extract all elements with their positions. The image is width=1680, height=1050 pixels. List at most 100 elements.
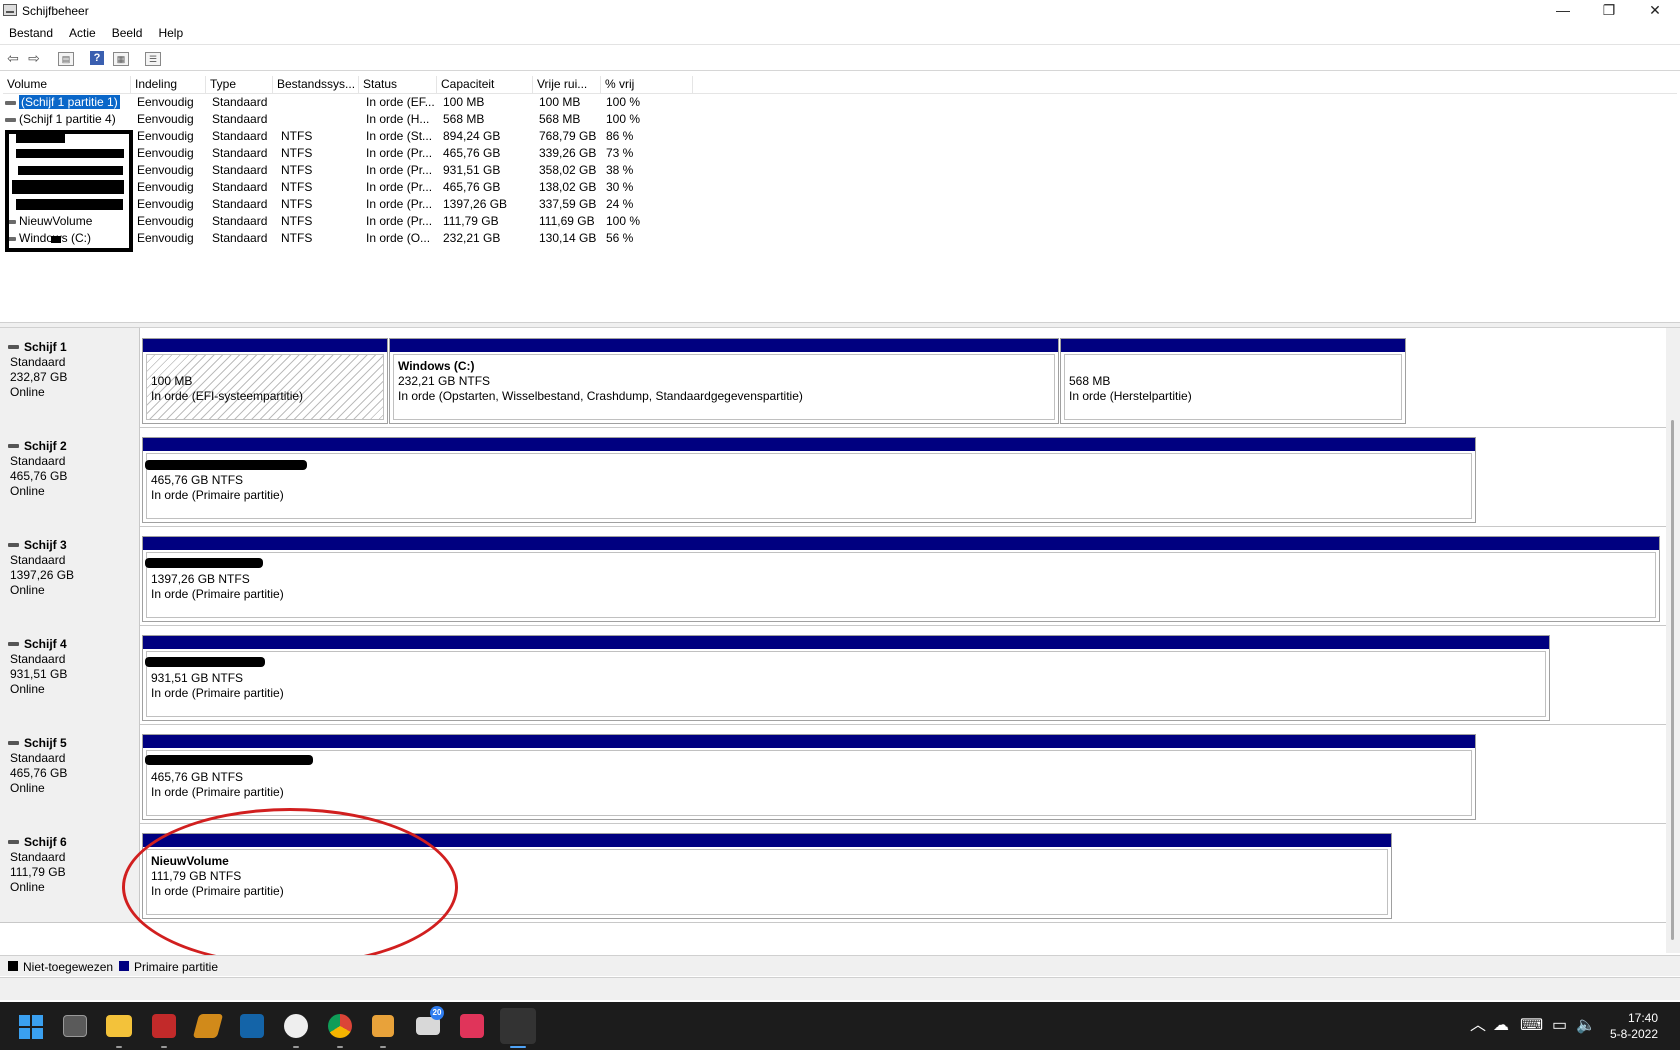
- back-icon[interactable]: ⇦: [5, 50, 21, 66]
- cell-free: 138,02 GB: [539, 180, 597, 194]
- console-tree-icon[interactable]: ▤: [58, 52, 74, 66]
- volume-row[interactable]: (Schijf 1 partitie 1) Eenvoudig Standaard I…: [3, 94, 1103, 111]
- volume-row[interactable]: Eenvoudig Standaard NTFS In orde (Pr... 465,…: [3, 145, 1103, 162]
- partition-type-bar: [143, 438, 1475, 451]
- running-indicator: [116, 1046, 122, 1048]
- menu-bestand[interactable]: Bestand: [0, 22, 60, 40]
- onedrive-icon[interactable]: ☁: [1493, 1016, 1509, 1036]
- volume-row[interactable]: Eenvoudig Standaard NTFS In orde (Pr... 1397…: [3, 196, 1103, 213]
- tray-overflow-icon[interactable]: ︿: [1470, 1016, 1486, 1036]
- col-status[interactable]: Status: [359, 76, 437, 93]
- start-button[interactable]: [19, 1015, 43, 1039]
- cell-indeling: Eenvoudig: [137, 231, 194, 245]
- running-indicator: [293, 1046, 299, 1048]
- partition-block[interactable]: 465,76 GB NTFS In orde (Primaire partitie…: [142, 437, 1476, 523]
- partition-block[interactable]: Windows (C:) 232,21 GB NTFS In orde (Opsta…: [389, 338, 1059, 424]
- partition-type-bar: [1061, 339, 1405, 352]
- cell-pct: 100 %: [606, 95, 641, 109]
- col-capaciteit[interactable]: Capaciteit: [437, 76, 533, 93]
- volume-row[interactable]: Eenvoudig Standaard NTFS In orde (St... 894,…: [3, 128, 1103, 145]
- col-indeling[interactable]: Indeling: [131, 76, 206, 93]
- cell-free: 337,59 GB: [539, 197, 597, 211]
- cell-status: In orde (Pr...: [366, 214, 433, 228]
- disk-type: Standaard: [10, 751, 66, 765]
- cell-status: In orde (St...: [366, 129, 433, 143]
- partition-block[interactable]: 931,51 GB NTFS In orde (Primaire partitie…: [142, 635, 1550, 721]
- disk-label[interactable]: Schijf 5 Standaard 465,76 GB Online: [0, 724, 140, 823]
- close-button[interactable]: ✕: [1632, 0, 1678, 22]
- volume-row[interactable]: NieuwVolume Eenvoudig Standaard NTFS In orde…: [3, 213, 1103, 230]
- keyboard-icon[interactable]: ⌨: [1520, 1016, 1543, 1036]
- col-pct-vrij[interactable]: % vrij: [601, 76, 693, 93]
- cell-fs: NTFS: [281, 180, 313, 194]
- partition-block[interactable]: 465,76 GB NTFS In orde (Primaire partitie…: [142, 734, 1476, 820]
- partition-block[interactable]: 1397,26 GB NTFS In orde (Primaire partiti…: [142, 536, 1660, 622]
- forward-icon[interactable]: ⇨: [26, 50, 42, 66]
- col-vrije-ruimte[interactable]: Vrije rui...: [533, 76, 601, 93]
- scrollbar-thumb[interactable]: [1671, 420, 1674, 940]
- menu-beeld[interactable]: Beeld: [103, 22, 150, 40]
- view-options-icon[interactable]: ☰: [145, 52, 161, 66]
- running-indicator: [337, 1046, 343, 1048]
- partition-block[interactable]: 568 MB In orde (Herstelpartitie): [1060, 338, 1406, 424]
- clock[interactable]: 17:40 5-8-2022: [1598, 1010, 1658, 1042]
- disk-state: Online: [10, 781, 45, 795]
- cell-capacity: 931,51 GB: [443, 163, 501, 177]
- help-icon[interactable]: ?: [90, 51, 104, 65]
- partition-type-bar: [143, 735, 1475, 748]
- app-icon-red[interactable]: [152, 1014, 176, 1038]
- app-icon-pink[interactable]: [460, 1014, 484, 1038]
- redaction-mark: [16, 149, 124, 158]
- volume-row[interactable]: Eenvoudig Standaard NTFS In orde (Pr... 465,…: [3, 179, 1103, 196]
- disk-label[interactable]: Schijf 4 Standaard 931,51 GB Online: [0, 625, 140, 724]
- disk-size: 1397,26 GB: [10, 568, 75, 582]
- app-icon-blue[interactable]: [240, 1014, 264, 1038]
- cell-type: Standaard: [212, 95, 268, 109]
- menu-help[interactable]: Help: [149, 22, 190, 40]
- cell-pct: 86 %: [606, 129, 634, 143]
- col-volume[interactable]: Volume: [3, 76, 131, 93]
- taskbar: 20 ︿ ☁ ⌨ ▭ 🔈 17:40 5-8-2022: [0, 1002, 1680, 1050]
- network-icon[interactable]: ▭: [1552, 1016, 1567, 1036]
- partition-details: 465,76 GB NTFS In orde (Primaire partitie…: [146, 750, 1472, 816]
- partition-status: In orde (Herstelpartitie): [1069, 389, 1192, 403]
- disk-state: Online: [10, 385, 45, 399]
- file-explorer-icon[interactable]: [106, 1015, 132, 1037]
- col-bestandssysteem[interactable]: Bestandssys...: [273, 76, 359, 93]
- running-indicator: [161, 1046, 167, 1048]
- task-view-icon[interactable]: [63, 1015, 87, 1037]
- volume-icon[interactable]: 🔈: [1576, 1016, 1596, 1036]
- redaction-mark: [51, 236, 61, 243]
- partition-block[interactable]: 100 MB In orde (EFI-systeempartitie): [142, 338, 388, 424]
- disk-size: 465,76 GB: [10, 469, 68, 483]
- disk-management-taskbar-icon[interactable]: [500, 1008, 536, 1044]
- disk-row: Schijf 3 Standaard 1397,26 GB Online 1397,26…: [0, 526, 1666, 626]
- col-type[interactable]: Type: [206, 76, 273, 93]
- partition-block[interactable]: NieuwVolume 111,79 GB NTFS In orde (Primai…: [142, 833, 1392, 919]
- media-player-icon[interactable]: [372, 1015, 394, 1037]
- restore-button[interactable]: ❐: [1586, 0, 1632, 22]
- chrome-icon[interactable]: [328, 1014, 352, 1038]
- partition-type-bar: [143, 537, 1659, 550]
- disk-size: 465,76 GB: [10, 766, 68, 780]
- volume-row[interactable]: Windows (C:) Eenvoudig Standaard NTFS In ord…: [3, 230, 1103, 247]
- disk-label[interactable]: Schijf 3 Standaard 1397,26 GB Online: [0, 526, 140, 625]
- cell-capacity: 111,79 GB: [443, 214, 499, 228]
- volume-name: (Schijf 1 partitie 1): [19, 95, 120, 109]
- menu-bar: Bestand Actie Beeld Help: [0, 22, 1680, 45]
- disk-label[interactable]: Schijf 2 Standaard 465,76 GB Online: [0, 427, 140, 526]
- properties-icon[interactable]: ▦: [113, 52, 129, 66]
- disk-label[interactable]: Schijf 6 Standaard 111,79 GB Online: [0, 823, 140, 922]
- app-icon-round[interactable]: [284, 1014, 308, 1038]
- cell-capacity: 465,76 GB: [443, 146, 501, 160]
- cell-type: Standaard: [212, 214, 268, 228]
- app-icon-pencil[interactable]: [192, 1014, 224, 1038]
- disk-label[interactable]: Schijf 1 Standaard 232,87 GB Online: [0, 328, 140, 427]
- cell-status: In orde (Pr...: [366, 180, 433, 194]
- menu-actie[interactable]: Actie: [60, 22, 103, 40]
- volume-row[interactable]: Eenvoudig Standaard NTFS In orde (Pr... 931,…: [3, 162, 1103, 179]
- volume-icon: [5, 101, 16, 105]
- volume-row[interactable]: (Schijf 1 partitie 4) Eenvoudig Standaard I…: [3, 111, 1103, 128]
- minimize-button[interactable]: —: [1540, 0, 1586, 22]
- cell-pct: 100 %: [606, 112, 641, 126]
